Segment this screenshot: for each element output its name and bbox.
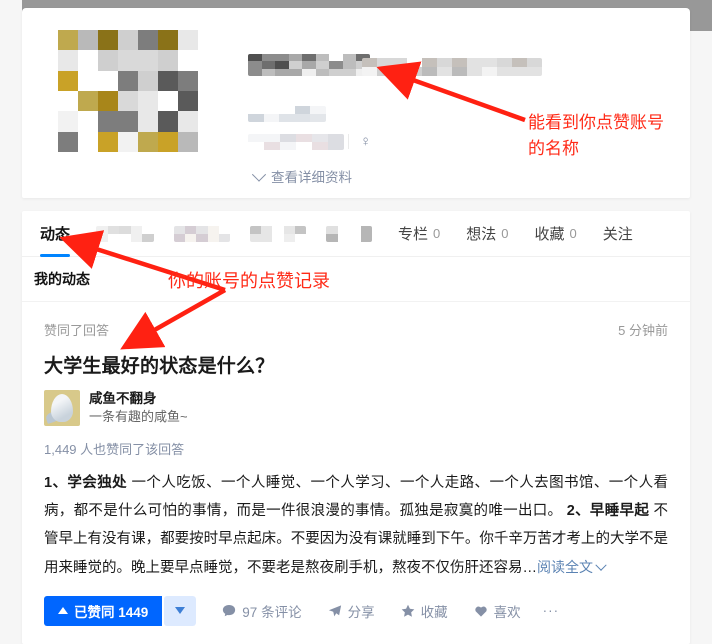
answer-body-heading-1: 1、学会独处 xyxy=(44,474,128,491)
upvote-button[interactable]: 已赞同 1449 xyxy=(44,595,163,626)
like-button[interactable]: 喜欢 xyxy=(474,601,521,621)
tab-redacted-3[interactable] xyxy=(250,225,306,242)
profile-card: ♀ 查看详细资料 xyxy=(22,8,690,198)
author-avatar-art-body xyxy=(51,393,73,422)
profile-extra-redacted xyxy=(362,58,542,76)
author-avatar[interactable] xyxy=(44,389,80,426)
tab-zhuanlan[interactable]: 专栏 0 xyxy=(398,223,440,244)
triangle-down-icon xyxy=(175,607,186,615)
tab-dongtai-label: 动态 xyxy=(40,226,71,243)
subtab-my-activity-label: 我的动态 xyxy=(34,271,90,287)
profile-tabbar: 动态 专栏 0 想法 0 收藏 0 关注 xyxy=(22,211,690,257)
feed-meta: 赞同了回答 5 分钟前 xyxy=(44,320,668,339)
banner-left-gap xyxy=(0,0,22,31)
share-button[interactable]: 分享 xyxy=(328,601,375,621)
downvote-button[interactable] xyxy=(164,595,197,626)
answer-body: 1、学会独处 一个人吃饭、一个人睡觉、一个人学习、一个人走路、一个人去图书馆、一… xyxy=(44,469,668,582)
chevron-down-icon xyxy=(251,167,267,182)
view-detail-profile-label: 查看详细资料 xyxy=(271,170,352,185)
triangle-up-icon xyxy=(58,607,68,615)
tab-redacted-4[interactable] xyxy=(326,225,373,242)
avatar-mosaic xyxy=(58,30,198,152)
ellipsis-icon: ··· xyxy=(542,603,560,619)
tab-redacted-1[interactable] xyxy=(96,225,155,242)
vote-group: 已赞同 1449 xyxy=(44,595,197,626)
comment-label: 97 条评论 xyxy=(242,604,302,620)
feed-item: 赞同了回答 5 分钟前 大学生最好的状态是什么？ 咸鱼不翻身 一条有趣的咸鱼~ … xyxy=(22,302,690,626)
tab-redacted-2-mosaic xyxy=(174,225,230,242)
tab-guanzhu-label: 关注 xyxy=(602,226,633,243)
main-content-card: 动态 专栏 0 想法 0 收藏 0 关注 我的动态 赞同了回答 5 分钟前 大学… xyxy=(22,211,690,644)
upvote-label: 已赞同 1449 xyxy=(74,604,149,620)
answer-author: 咸鱼不翻身 一条有趣的咸鱼~ xyxy=(44,389,668,427)
star-icon xyxy=(401,604,414,617)
comment-button[interactable]: 97 条评论 xyxy=(222,601,302,621)
tab-shoucang-count: 0 xyxy=(569,226,577,241)
author-text: 咸鱼不翻身 一条有趣的咸鱼~ xyxy=(89,389,188,427)
name-mosaic xyxy=(248,54,370,76)
tab-zhuanlan-label: 专栏 xyxy=(398,226,429,243)
tab-xiangfa-count: 0 xyxy=(501,226,509,241)
answer-action-bar: 已赞同 1449 97 条评论 分享 收藏 喜欢 ··· xyxy=(44,595,668,626)
share-label: 分享 xyxy=(347,604,375,620)
view-detail-profile-link[interactable]: 查看详细资料 xyxy=(251,166,352,186)
avatar[interactable] xyxy=(58,30,198,152)
heart-icon xyxy=(474,606,487,617)
author-name[interactable]: 咸鱼不翻身 xyxy=(89,389,188,408)
share-paperplane-icon xyxy=(328,604,341,616)
more-options-button[interactable]: ··· xyxy=(543,603,560,618)
name2-mosaic xyxy=(362,58,542,76)
favorite-label: 收藏 xyxy=(420,604,448,620)
tab-dongtai[interactable]: 动态 xyxy=(40,223,71,257)
profile-headline-redacted xyxy=(248,106,344,150)
subtab-my-activity[interactable]: 我的动态 xyxy=(34,269,90,289)
upvoters-count-label: 1,449 人也赞同了该回答 xyxy=(44,441,185,457)
headline-mosaic-2 xyxy=(248,134,344,150)
tab-redacted-4-mosaic xyxy=(326,225,373,242)
sub-tabbar: 我的动态 xyxy=(22,257,690,302)
read-more-label: 阅读全文 xyxy=(537,558,593,575)
vertical-divider xyxy=(348,134,349,149)
feed-action-label: 赞同了回答 xyxy=(44,323,110,338)
tab-shoucang-label: 收藏 xyxy=(534,226,565,243)
profile-name-redacted xyxy=(248,54,370,76)
comment-bubble-icon xyxy=(223,604,236,616)
tab-shoucang[interactable]: 收藏 0 xyxy=(535,223,577,244)
like-label: 喜欢 xyxy=(493,604,521,620)
tab-xiangfa-label: 想法 xyxy=(466,226,497,243)
author-bio: 一条有趣的咸鱼~ xyxy=(89,409,188,425)
feed-timestamp: 5 分钟前 xyxy=(618,323,668,338)
tab-zhuanlan-count: 0 xyxy=(433,226,441,241)
tab-guanzhu[interactable]: 关注 xyxy=(603,223,633,244)
tab-redacted-1-mosaic xyxy=(96,225,155,242)
chevron-down-icon xyxy=(595,559,607,571)
question-title[interactable]: 大学生最好的状态是什么？ xyxy=(44,351,668,378)
page-root: ♀ 查看详细资料 动态 专栏 0 想法 0 收藏 0 关注 我的动态 赞同了回答… xyxy=(0,0,712,644)
answer-body-heading-2: 2、早睡早起 xyxy=(566,502,650,519)
tab-redacted-3-mosaic xyxy=(250,225,306,242)
favorite-button[interactable]: 收藏 xyxy=(401,601,448,621)
tab-redacted-2[interactable] xyxy=(174,225,230,242)
read-more-link[interactable]: 阅读全文 xyxy=(537,558,607,575)
female-symbol-icon: ♀ xyxy=(360,133,372,150)
headline-mosaic-1 xyxy=(248,106,326,122)
tab-xiangfa[interactable]: 想法 0 xyxy=(466,223,508,244)
